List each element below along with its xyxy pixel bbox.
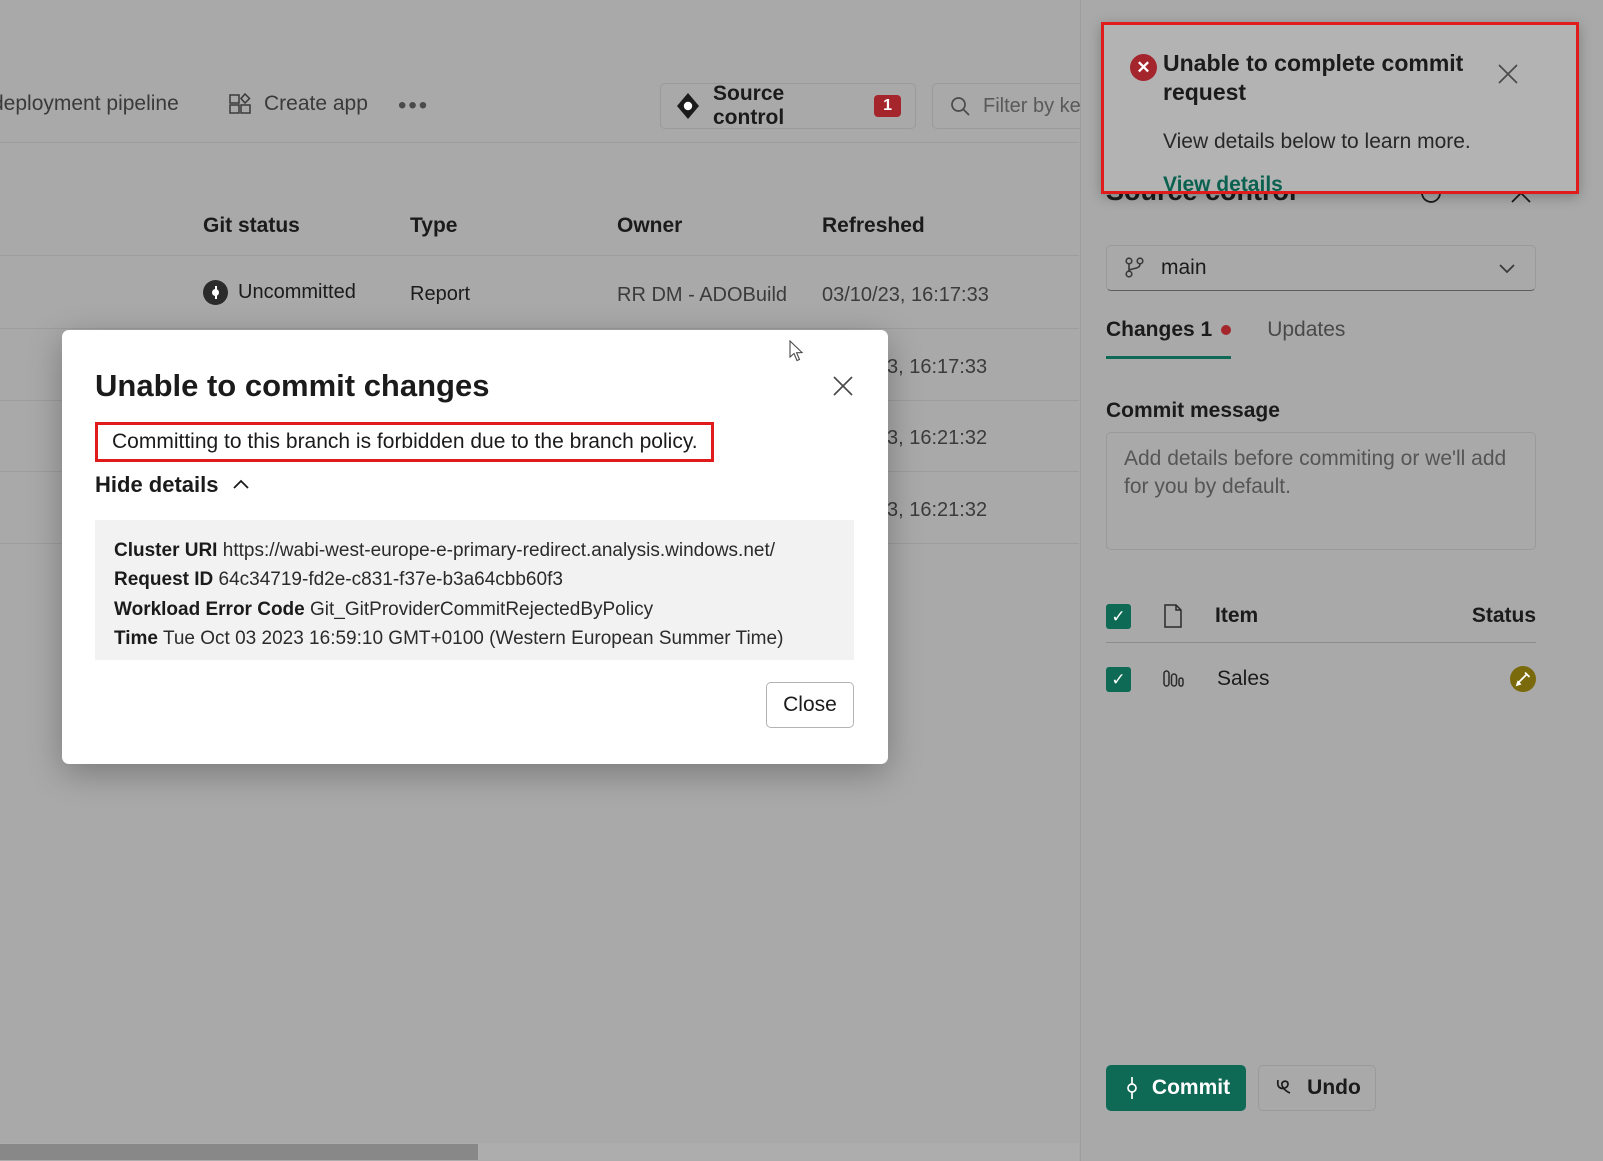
chevron-down-icon [1495, 256, 1519, 280]
hide-details-label: Hide details [95, 472, 218, 498]
create-app-label: Create app [264, 92, 368, 116]
detail-request-id: Request ID 64c34719-fd2e-c831-f37e-b3a64… [114, 565, 835, 594]
source-control-label: Source control [713, 82, 858, 130]
toolbar-item-deployment-pipeline[interactable]: deployment pipeline [0, 92, 179, 116]
detail-value: https://wabi-west-europe-e-primary-redir… [223, 540, 775, 561]
detail-label: Request ID [114, 569, 213, 590]
column-header-item: Item [1215, 604, 1258, 628]
search-icon [949, 95, 971, 117]
cell-git-status: Uncommitted [203, 280, 356, 305]
detail-label: Cluster URI [114, 540, 217, 561]
app-root: deployment pipeline Create app ••• [0, 0, 1603, 1161]
source-control-icon [675, 92, 701, 120]
git-status-text: Uncommitted [238, 281, 356, 304]
toast-subtitle: View details below to learn more. [1163, 130, 1471, 154]
undo-button[interactable]: Undo [1258, 1065, 1376, 1111]
toolbar-more-button[interactable]: ••• [398, 92, 429, 120]
detail-workload-error-code: Workload Error Code Git_GitProviderCommi… [114, 595, 835, 624]
detail-label: Time [114, 628, 158, 649]
dialog-message: Committing to this branch is forbidden d… [98, 430, 698, 454]
commit-message-placeholder: Add details before commiting or we'll ad… [1124, 445, 1518, 502]
dialog-close-icon[interactable] [830, 373, 856, 399]
more-ellipsis-icon: ••• [398, 92, 429, 120]
dialog-close-button[interactable]: Close [766, 682, 854, 728]
commit-button[interactable]: Commit [1106, 1065, 1246, 1111]
tab-updates-label: Updates [1267, 318, 1345, 342]
detail-cluster-uri: Cluster URI https://wabi-west-europe-e-p… [114, 536, 835, 565]
tab-changes-label: Changes 1 [1106, 318, 1212, 342]
select-all-checkbox[interactable]: ✓ [1106, 604, 1131, 629]
create-app-icon [228, 92, 252, 116]
commit-icon [1122, 1076, 1142, 1100]
deployment-pipeline-label: deployment pipeline [0, 92, 179, 116]
error-circle-icon: ✕ [1130, 54, 1157, 81]
toast-title: Unable to complete commit request [1163, 49, 1473, 108]
branch-name: main [1161, 256, 1481, 280]
dialog-title: Unable to commit changes [95, 368, 489, 404]
tab-updates[interactable]: Updates [1267, 318, 1345, 356]
commit-message-label: Commit message [1106, 399, 1280, 423]
source-control-badge: 1 [874, 95, 901, 117]
horizontal-scrollbar-track[interactable] [0, 1143, 1079, 1161]
item-checkbox[interactable]: ✓ [1106, 667, 1131, 692]
undo-icon [1273, 1076, 1297, 1100]
uncommitted-icon [203, 280, 228, 305]
branch-selector[interactable]: main [1106, 245, 1536, 291]
cell-refreshed: 03/10/23, 16:17:33 [822, 284, 989, 307]
hide-details-toggle[interactable]: Hide details [95, 472, 252, 498]
view-details-link[interactable]: View details [1163, 173, 1283, 197]
cell-refreshed: 3, 16:21:32 [887, 427, 987, 450]
list-item[interactable]: ✓ Sales [1106, 655, 1536, 703]
mouse-cursor [789, 340, 805, 362]
column-header-git-status[interactable]: Git status [203, 214, 300, 238]
horizontal-scrollbar-thumb[interactable] [0, 1144, 478, 1160]
table-row[interactable]: Uncommitted Report RR DM - ADOBuild 03/1… [0, 258, 1079, 329]
branch-icon [1123, 256, 1147, 280]
panel-tabs: Changes 1 Updates [1106, 318, 1345, 359]
toolbar-item-create-app[interactable]: Create app [228, 92, 368, 116]
item-name: Sales [1217, 667, 1270, 691]
table-header-row: Git status Type Owner Refreshed [0, 200, 1079, 256]
cell-owner: RR DM - ADOBuild [617, 284, 787, 307]
cell-type: Report [410, 283, 470, 306]
detail-time: Time Tue Oct 03 2023 16:59:10 GMT+0100 (… [114, 624, 835, 653]
column-header-status: Status [1472, 604, 1536, 628]
detail-label: Workload Error Code [114, 599, 305, 620]
top-toolbar: deployment pipeline Create app ••• [0, 70, 1079, 143]
undo-button-label: Undo [1307, 1076, 1361, 1100]
chevron-up-icon [230, 474, 252, 496]
column-header-refreshed[interactable]: Refreshed [822, 214, 925, 238]
detail-value: Git_GitProviderCommitRejectedByPolicy [310, 599, 653, 620]
item-list-header: ✓ Item Status [1106, 590, 1536, 643]
changes-dot-indicator [1221, 325, 1231, 335]
close-icon[interactable] [1496, 62, 1520, 86]
source-control-button[interactable]: Source control 1 [660, 83, 916, 129]
modified-icon [1510, 666, 1536, 692]
detail-value: 64c34719-fd2e-c831-f37e-b3a64cbb60f3 [219, 569, 563, 590]
column-header-type[interactable]: Type [410, 214, 457, 238]
tab-changes[interactable]: Changes 1 [1106, 318, 1231, 359]
error-details-box: Cluster URI https://wabi-west-europe-e-p… [95, 520, 854, 660]
commit-button-label: Commit [1152, 1076, 1230, 1100]
commit-message-input[interactable]: Add details before commiting or we'll ad… [1106, 432, 1536, 550]
detail-value: Tue Oct 03 2023 16:59:10 GMT+0100 (Weste… [163, 628, 783, 649]
cell-refreshed: 3, 16:21:32 [887, 499, 987, 522]
cell-refreshed: 3, 16:17:33 [887, 356, 987, 379]
column-header-owner[interactable]: Owner [617, 214, 682, 238]
dataset-icon [1161, 667, 1187, 691]
error-toast: ✕ Unable to complete commit request View… [1101, 22, 1579, 194]
file-icon [1161, 603, 1185, 629]
error-dialog: Unable to commit changes Committing to t… [62, 330, 888, 764]
dialog-message-highlight: Committing to this branch is forbidden d… [95, 422, 714, 462]
